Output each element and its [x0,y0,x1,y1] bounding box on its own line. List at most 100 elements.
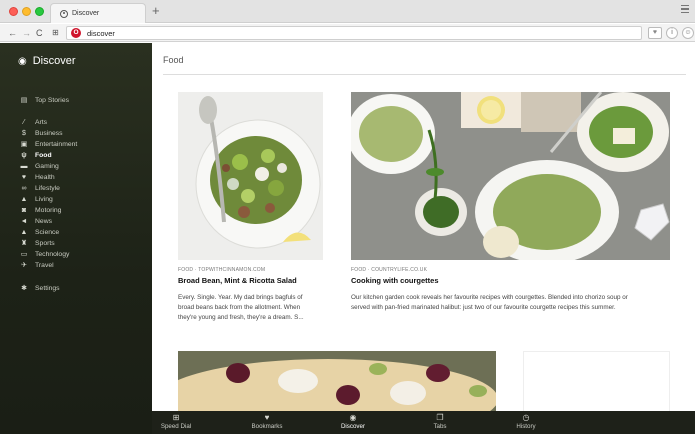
opera-logo-icon: O [71,28,81,38]
sidebar-item-label: Sports [35,239,55,247]
zoom-window-button[interactable] [35,7,44,16]
article-headline[interactable]: Broad Bean, Mint & Ricotta Salad [178,276,297,285]
sidebar-item-food[interactable]: ψ Food [20,150,52,160]
user-icon[interactable]: ☺ [682,27,694,39]
article-description: Every. Single. Year. My dad brings bagfu… [178,294,304,321]
plane-icon: ✈ [21,262,27,269]
sidebar-item-living[interactable]: ▲ Living [20,194,53,204]
reload-icon[interactable]: C [36,26,43,40]
bottom-item-label: Discover [340,423,366,430]
heart-icon: ♥ [264,413,270,422]
newspaper-icon: ▤ [20,97,28,104]
sidebar-item-settings[interactable]: ✱ Settings [20,283,60,293]
sidebar-item-top-stories[interactable]: ▤ Top Stories [20,95,69,105]
sidebar-item-label: Entertainment [35,140,78,148]
sidebar-item-motoring[interactable]: ◙ Motoring [20,205,62,215]
sidebar-item-label: News [35,217,52,225]
info-icon[interactable]: i [666,27,678,39]
bottom-item-bookmarks[interactable]: ♥ Bookmarks [237,413,297,430]
utensils-icon: ψ [21,151,27,159]
sidebar-item-technology[interactable]: ▭ Technology [20,249,70,259]
main-content: Food FOOD · TOPWITHCINNAMON.COM Broad Be… [152,43,695,411]
brush-icon: ⁄ [23,118,25,126]
bottom-item-tabs[interactable]: ❐ Tabs [410,413,470,430]
address-bar: ← → C ⊞ O discover ♥ i ☺ [0,24,695,42]
tab-title: Discover [72,10,100,17]
title-bar: Discover + [0,0,695,23]
dollar-icon: $ [22,129,26,137]
sidebar-item-label: Gaming [35,162,59,170]
bottom-item-speed-dial[interactable]: ⊞ Speed Dial [146,413,206,430]
sidebar-item-label: Health [35,173,55,181]
sidebar-item-business[interactable]: $ Business [20,128,63,138]
sidebar-item-arts[interactable]: ⁄ Arts [20,117,47,127]
sidebar: ◉ Discover ▤ Top Stories ⁄ Arts $ Busine… [0,43,152,434]
sidebar-item-label: Science [35,228,60,236]
sidebar-item-health[interactable]: ♥ Health [20,172,55,182]
sidebar-item-news[interactable]: ◄ News [20,216,52,226]
sidebar-item-label: Settings [35,284,60,292]
sidebar-item-lifestyle[interactable]: ∞ Lifestyle [20,183,60,193]
speed-dial-icon[interactable]: ⊞ [52,26,59,40]
sidebar-item-label: Living [35,195,53,203]
eye-icon: ◉ [349,413,357,422]
sidebar-item-label: Motoring [35,206,62,214]
url-text[interactable]: discover [87,29,115,38]
eye-icon: ◉ [18,55,27,67]
bottom-bar: ⊞ Speed Dial ♥ Bookmarks ◉ Discover ❐ Ta… [152,411,695,434]
browser-tab-discover[interactable]: Discover [50,3,146,23]
bottom-item-discover[interactable]: ◉ Discover [323,413,383,430]
sidebar-item-sports[interactable]: ♜ Sports [20,238,55,248]
bottom-item-history[interactable]: ◷ History [496,413,556,430]
article-image-pizza[interactable] [178,351,496,411]
article-image-placeholder[interactable] [523,351,670,411]
sidebar-item-label: Business [35,129,63,137]
article-image-courgettes[interactable] [351,92,670,260]
sidebar-item-label: Lifestyle [35,184,60,192]
sidebar-item-gaming[interactable]: ▬ Gaming [20,161,59,171]
film-icon: ▣ [20,141,28,148]
url-field[interactable]: O discover [66,26,642,40]
sidebar-item-label: Food [35,151,52,159]
flask-icon: ▲ [20,228,28,236]
sidebar-header: ◉ Discover [18,55,76,67]
clock-icon: ◷ [522,413,530,422]
sidebar-item-travel[interactable]: ✈ Travel [20,260,54,270]
trophy-icon: ♜ [20,240,28,247]
article-headline[interactable]: Cooking with courgettes [351,276,439,285]
section-divider [163,74,686,75]
article-description: Our kitchen garden cook reveals her favo… [351,294,628,311]
eye-icon [60,9,68,18]
glasses-icon: ∞ [21,184,27,192]
bottom-item-label: History [516,423,536,430]
gear-icon: ✱ [21,285,27,292]
tab-menu-icon[interactable] [681,5,689,15]
minimize-window-button[interactable] [22,7,31,16]
sidebar-item-label: Top Stories [35,96,70,104]
new-tab-button[interactable]: + [152,4,160,18]
close-window-button[interactable] [9,7,18,16]
back-icon[interactable]: ← [8,26,17,40]
section-title: Food [163,55,184,65]
bottom-item-label: Speed Dial [160,423,192,430]
home-icon: ▲ [20,195,28,203]
bottom-item-label: Tabs [433,423,447,430]
tabs-icon: ❐ [436,413,444,422]
sidebar-item-label: Arts [35,118,48,126]
bottom-item-label: Bookmarks [251,423,283,430]
sidebar-item-entertainment[interactable]: ▣ Entertainment [20,139,78,149]
heart-icon: ♥ [21,173,27,181]
monitor-icon: ▭ [20,251,28,258]
megaphone-icon: ◄ [20,217,28,225]
car-icon: ◙ [21,206,27,214]
sidebar-title: Discover [32,55,76,67]
sidebar-item-science[interactable]: ▲ Science [20,227,60,237]
bookmark-heart-icon[interactable]: ♥ [648,27,662,39]
grid-icon: ⊞ [172,413,180,422]
article-source: FOOD · COUNTRYLIFE.CO.UK [351,267,428,273]
forward-icon[interactable]: → [22,26,31,40]
article-image-broad-bean-salad[interactable] [178,92,323,260]
gamepad-icon: ▬ [20,162,28,170]
article-source: FOOD · TOPWITHCINNAMON.COM [178,267,266,273]
sidebar-item-label: Technology [35,250,70,258]
